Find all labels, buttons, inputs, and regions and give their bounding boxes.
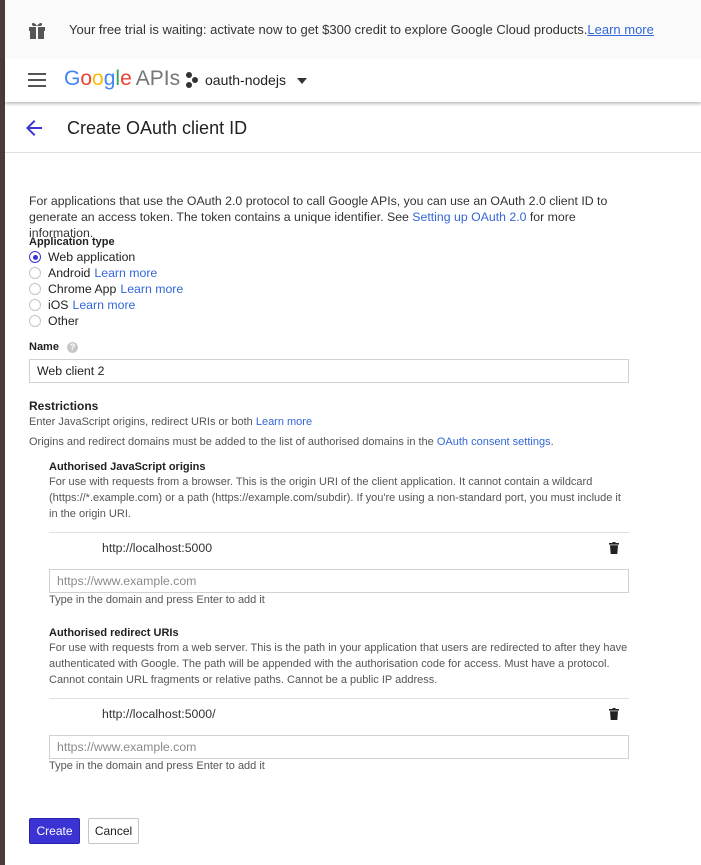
radio-button[interactable] — [29, 299, 41, 311]
radio-button[interactable] — [29, 315, 41, 327]
app-bar: Google APIs oauth-nodejs — [5, 58, 701, 102]
radio-label: Other — [48, 314, 79, 328]
radio-label: Web application — [48, 250, 136, 264]
radio-label: iOS — [48, 298, 69, 312]
radio-ios[interactable]: iOS Learn more — [29, 297, 183, 313]
redirect-uris-title: Authorised redirect URIs — [49, 627, 179, 639]
redirect-uri-hint: Type in the domain and press Enter to ad… — [49, 760, 265, 772]
redirect-uris-section: Authorised redirect URIs For use with re… — [49, 627, 629, 688]
setting-up-oauth-link[interactable]: Setting up OAuth 2.0 — [412, 210, 526, 224]
js-origin-input[interactable] — [49, 569, 629, 593]
redirect-uri-entry: http://localhost:5000/ — [49, 698, 629, 731]
js-origins-section: Authorised JavaScript origins For use wi… — [49, 461, 629, 522]
banner-learn-more-link[interactable]: Learn more — [587, 22, 653, 37]
name-input[interactable]: Web client 2 — [29, 359, 629, 383]
name-label-text: Name — [29, 341, 59, 353]
radio-other[interactable]: Other — [29, 313, 183, 329]
android-learn-more-link[interactable]: Learn more — [94, 266, 157, 280]
chrome-app-learn-more-link[interactable]: Learn more — [120, 282, 183, 296]
menu-icon[interactable] — [28, 73, 46, 87]
radio-chrome-app[interactable]: Chrome App Learn more — [29, 281, 183, 297]
ios-learn-more-link[interactable]: Learn more — [73, 298, 136, 312]
redirect-uris-description: For use with requests from a web server.… — [49, 642, 628, 686]
banner-text: Your free trial is waiting: activate now… — [69, 22, 588, 37]
restrictions-note-end: . — [550, 436, 554, 448]
trial-banner: Your free trial is waiting: activate now… — [5, 0, 701, 59]
restrictions-note-text: Origins and redirect domains must be add… — [29, 436, 437, 448]
page-title: Create OAuth client ID — [67, 118, 248, 138]
name-field-label: Name ? — [29, 341, 78, 353]
restrictions-subtitle: Enter JavaScript origins, redirect URIs … — [29, 416, 312, 428]
banner-message: Your free trial is waiting: activate now… — [69, 22, 654, 37]
js-origin-entry: http://localhost:5000 — [49, 532, 629, 565]
radio-label: Chrome App — [48, 282, 117, 296]
dropdown-caret-icon[interactable] — [297, 78, 307, 84]
page-header: Create OAuth client ID — [5, 104, 701, 153]
js-origin-hint: Type in the domain and press Enter to ad… — [49, 594, 265, 606]
back-arrow-icon[interactable] — [24, 118, 44, 138]
radio-web-application[interactable]: Web application — [29, 249, 183, 265]
help-icon[interactable]: ? — [66, 341, 78, 353]
trash-icon[interactable] — [609, 542, 619, 554]
radio-button[interactable] — [29, 267, 41, 279]
intro-paragraph: For applications that use the OAuth 2.0 … — [29, 193, 639, 241]
restrictions-note: Origins and redirect domains must be add… — [29, 436, 554, 448]
application-type-label: Application type — [29, 236, 115, 248]
redirect-uri: http://localhost:5000/ — [102, 707, 216, 721]
project-selector[interactable]: oauth-nodejs — [205, 72, 286, 88]
gift-icon — [29, 22, 45, 39]
js-origins-title: Authorised JavaScript origins — [49, 461, 206, 473]
oauth-consent-settings-link[interactable]: OAuth consent settings — [437, 436, 551, 448]
trash-icon[interactable] — [609, 708, 619, 720]
restrictions-title: Restrictions — [29, 399, 99, 413]
redirect-uri-input[interactable] — [49, 735, 629, 759]
radio-android[interactable]: Android Learn more — [29, 265, 183, 281]
js-origins-description: For use with requests from a browser. Th… — [49, 476, 621, 520]
restrictions-subtitle-text: Enter JavaScript origins, redirect URIs … — [29, 416, 253, 428]
radio-button[interactable] — [29, 283, 41, 295]
restrictions-learn-more-link[interactable]: Learn more — [256, 416, 312, 428]
js-origin-uri: http://localhost:5000 — [102, 541, 213, 555]
project-icon[interactable] — [185, 72, 199, 88]
create-button[interactable]: Create — [29, 818, 80, 844]
radio-label: Android — [48, 266, 91, 280]
google-apis-logo[interactable]: Google APIs — [64, 67, 180, 91]
cancel-button[interactable]: Cancel — [88, 818, 139, 844]
radio-button-selected[interactable] — [29, 251, 41, 263]
application-type-radio-group: Web application Android Learn more Chrom… — [29, 249, 183, 329]
